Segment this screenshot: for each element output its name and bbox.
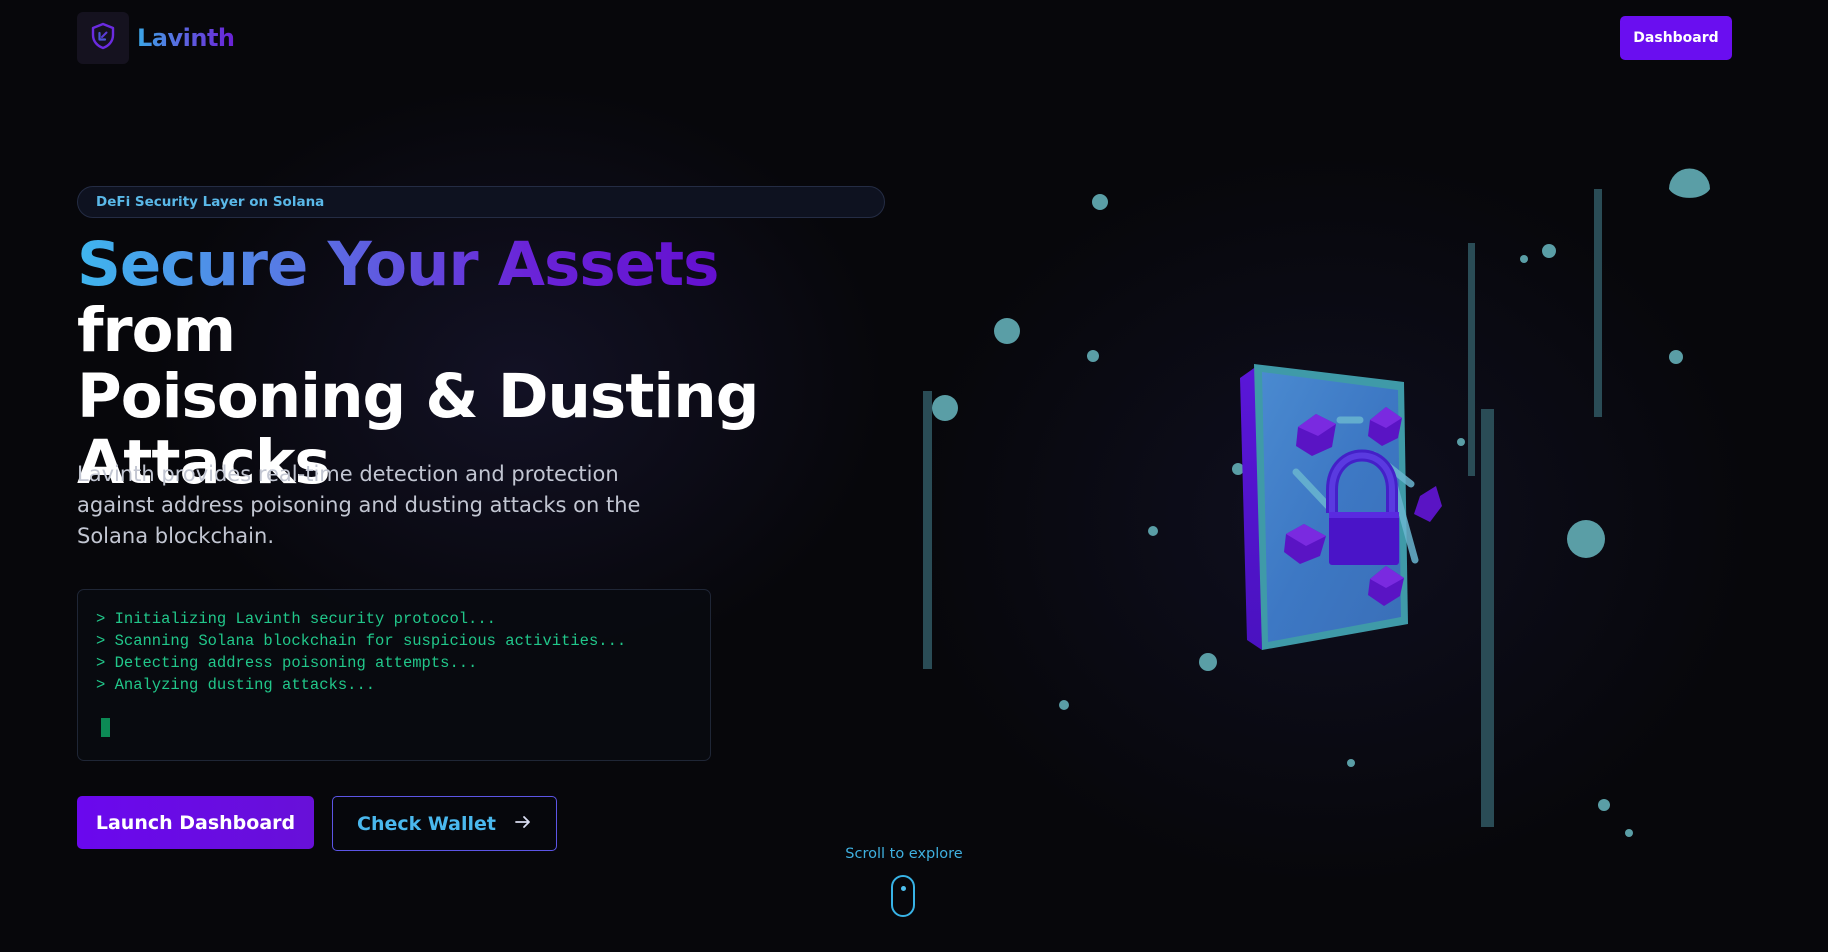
headline-highlight: Secure Your Assets: [77, 229, 719, 300]
headline-text-2: Poisoning & Dusting: [77, 361, 759, 432]
hero-headline: Secure Your Assets from Poisoning & Dust…: [77, 232, 877, 496]
particle: [994, 318, 1020, 344]
terminal-line: > Detecting address poisoning attempts..…: [96, 654, 478, 672]
particle: [1232, 463, 1244, 475]
scroll-label: Scroll to explore: [845, 846, 963, 862]
lock-panel: [1240, 364, 1442, 650]
terminal-line: > Scanning Solana blockchain for suspici…: [96, 632, 627, 650]
mouse-wheel-dot: [901, 886, 906, 891]
particle: [1669, 350, 1683, 364]
terminal-line: > Initializing Lavinth security protocol…: [96, 610, 496, 628]
mouse-icon[interactable]: [891, 875, 915, 917]
particle: [1520, 255, 1528, 263]
particle: [1542, 244, 1556, 258]
particle: [1148, 526, 1158, 536]
pillar: [1468, 243, 1475, 476]
shield-icon: [88, 21, 118, 56]
nav-logo[interactable]: Lavinth: [77, 12, 235, 64]
check-wallet-label: Check Wallet: [357, 812, 496, 835]
particle: [1087, 350, 1099, 362]
landing-page: Lavinth Dashboard DeFi Security Layer on…: [0, 0, 1828, 952]
particle: [1199, 653, 1217, 671]
check-wallet-button[interactable]: Check Wallet: [332, 796, 557, 851]
particle: [1625, 829, 1633, 837]
terminal-line: > Analyzing dusting attacks...: [96, 676, 376, 694]
launch-dashboard-button[interactable]: Launch Dashboard: [77, 796, 314, 849]
headline-text-1: from: [77, 295, 236, 366]
pillar: [1481, 409, 1494, 827]
particle: [932, 395, 958, 421]
particle: [1092, 194, 1108, 210]
particle: [1598, 799, 1610, 811]
arrow-right-icon: [514, 813, 532, 835]
particle: [1567, 520, 1605, 558]
particle: [1457, 438, 1465, 446]
terminal-panel: > Initializing Lavinth security protocol…: [77, 589, 711, 761]
terminal-cursor: [101, 718, 110, 737]
particle: [1059, 700, 1069, 710]
hero-description: Lavinth provides real-time detection and…: [77, 462, 641, 548]
logo-badge: [77, 12, 129, 64]
hero-badge: DeFi Security Layer on Solana: [77, 186, 885, 218]
brand-name: Lavinth: [137, 24, 235, 52]
pillar: [923, 391, 932, 669]
nav-dashboard-button[interactable]: Dashboard: [1620, 16, 1732, 60]
particle: [1669, 168, 1710, 198]
particle: [1347, 759, 1355, 767]
pillar: [1594, 189, 1602, 417]
